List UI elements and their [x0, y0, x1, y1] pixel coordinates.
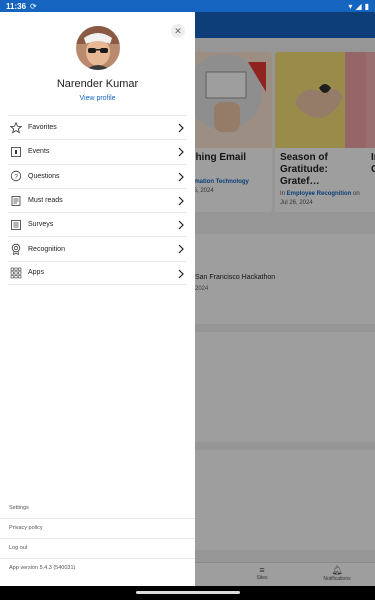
view-profile-link[interactable]: View profile	[0, 95, 195, 102]
menu-item-surveys[interactable]: Surveys	[8, 212, 187, 236]
menu-item-questions[interactable]: ? Questions	[8, 163, 187, 188]
drawer-scrim[interactable]	[195, 12, 375, 586]
chevron-right-icon	[178, 269, 184, 279]
menu-item-apps[interactable]: Apps	[8, 260, 187, 286]
divider	[0, 518, 195, 519]
menu-item-label: Must reads	[28, 197, 63, 205]
status-time: 11:36	[6, 1, 27, 11]
chevron-right-icon	[178, 245, 184, 254]
menu-item-label: Recognition	[28, 245, 65, 253]
menu-item-must-reads[interactable]: Must reads	[8, 187, 187, 212]
drawer-menu: Favorites Events ? Questions Must reads	[0, 115, 195, 286]
menu-item-label: Surveys	[28, 221, 54, 229]
calendar-icon	[10, 146, 22, 158]
chevron-right-icon	[178, 123, 184, 133]
avatar[interactable]	[76, 26, 120, 70]
battery-icon: ▮	[364, 1, 369, 11]
chevron-right-icon	[178, 147, 184, 157]
privacy-policy-link[interactable]: Privacy policy	[9, 525, 187, 531]
menu-item-label: Questions	[28, 172, 60, 180]
question-icon: ?	[10, 170, 22, 182]
home-gesture-handle[interactable]	[136, 591, 240, 594]
divider	[0, 538, 195, 539]
status-bar: 11:36 ⟳ ▾ ◢ ▮	[0, 0, 375, 12]
app-version: App version 5.4.3 (540031)	[9, 565, 76, 571]
menu-item-recognition[interactable]: Recognition	[8, 236, 187, 260]
close-icon[interactable]: ✕	[171, 24, 185, 38]
menu-item-label: Events	[28, 148, 50, 156]
chevron-right-icon	[178, 220, 184, 230]
grid-icon	[10, 267, 22, 279]
survey-icon	[10, 219, 22, 231]
wifi-icon: ▾	[348, 1, 353, 11]
menu-item-label: Favorites	[28, 124, 57, 132]
menu-item-label: Apps	[28, 269, 44, 277]
menu-item-favorites[interactable]: Favorites	[8, 115, 187, 139]
badge-icon	[10, 243, 22, 256]
signal-icon: ◢	[355, 1, 362, 11]
chevron-right-icon	[178, 172, 184, 182]
divider	[0, 558, 195, 559]
menu-item-events[interactable]: Events	[8, 139, 187, 163]
chevron-right-icon	[178, 196, 184, 206]
navigation-drawer: ✕ Narender Kumar View profile Favorites	[0, 12, 195, 586]
svg-text:?: ?	[14, 174, 18, 181]
document-icon	[10, 195, 22, 207]
logout-link[interactable]: Log out	[9, 545, 187, 551]
settings-link[interactable]: Settings	[9, 505, 187, 511]
star-icon	[10, 121, 22, 134]
sync-icon: ⟳	[30, 1, 37, 11]
profile-name: Narender Kumar	[56, 78, 139, 90]
